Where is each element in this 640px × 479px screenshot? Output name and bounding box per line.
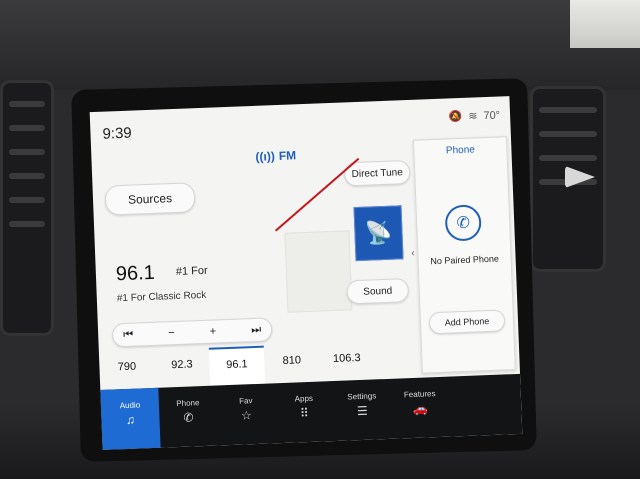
nav-phone-label: Phone <box>176 398 200 409</box>
station-name: #1 For <box>175 264 208 278</box>
sources-button[interactable]: Sources <box>104 182 196 216</box>
clock: 9:39 <box>102 124 133 143</box>
preset-96-1[interactable]: 96.1 <box>208 345 266 386</box>
preset-790[interactable]: 790 <box>99 350 155 390</box>
nav-settings-label: Settings <box>347 391 377 402</box>
left-air-vent <box>0 80 54 336</box>
tune-up-button[interactable]: + <box>209 325 216 337</box>
mute-icon: 🔕 <box>448 110 463 124</box>
add-phone-button[interactable]: Add Phone <box>428 309 506 335</box>
faded-background-card <box>284 230 353 313</box>
status-icons: 🔕 ≋ 70° <box>448 108 500 123</box>
source-label: FM <box>278 148 297 163</box>
car-icon: 🚗 <box>412 401 429 416</box>
preset-92-3[interactable]: 92.3 <box>154 348 210 388</box>
phone-panel: Phone ✆ No Paired Phone Add Phone <box>412 136 516 374</box>
nav-phone[interactable]: Phone ✆ <box>158 386 218 448</box>
source-title: ((ı)) FM <box>255 148 296 164</box>
dashboard-top <box>0 0 640 90</box>
phone-icon: ✆ <box>183 410 194 425</box>
nav-apps[interactable]: Apps ⠿ <box>274 381 334 443</box>
wifi-icon: ≋ <box>468 110 478 123</box>
nav-features-label: Features <box>403 389 436 400</box>
phone-panel-title: Phone <box>445 144 476 157</box>
nav-fav[interactable]: Fav ☆ <box>216 383 276 445</box>
radio-tower-icon: ((ı)) <box>255 149 276 164</box>
phone-icon: ✆ <box>444 204 482 242</box>
nav-fav-label: Fav <box>239 396 253 406</box>
star-icon: ☆ <box>240 408 253 423</box>
sliders-icon: ☰ <box>356 403 368 419</box>
phone-status: No Paired Phone <box>430 253 500 267</box>
nav-audio-label: Audio <box>119 400 141 411</box>
current-frequency: 96.1 <box>115 261 156 286</box>
station-art[interactable]: 📡 <box>353 205 404 262</box>
sound-button[interactable]: Sound <box>346 278 410 305</box>
windshield-glimpse <box>570 0 640 48</box>
apps-grid-icon: ⠿ <box>299 406 310 421</box>
preset-810[interactable]: 810 <box>264 344 320 384</box>
nav-settings[interactable]: Settings ☰ <box>332 379 392 441</box>
seek-back-icon[interactable]: ⏮ <box>123 328 133 341</box>
music-note-icon: ♫ <box>125 412 136 428</box>
infotainment-screen: 9:39 🔕 ≋ 70° ((ı)) FM Sources Direct Tun… <box>89 96 523 450</box>
radio-tower-icon: 📡 <box>364 219 393 246</box>
chevron-left-icon[interactable]: ‹ <box>411 248 415 259</box>
nav-audio[interactable]: Audio ♫ <box>100 387 161 450</box>
nav-features[interactable]: Features 🚗 <box>390 377 450 439</box>
radio-text: #1 For Classic Rock <box>116 289 207 305</box>
nav-apps-label: Apps <box>294 393 314 404</box>
tuning-controls: ⏮ − + ⏭ <box>111 317 273 348</box>
seek-forward-icon[interactable]: ⏭ <box>251 323 261 336</box>
temperature: 70° <box>483 108 501 122</box>
preset-106-3[interactable]: 106.3 <box>319 341 375 381</box>
tune-down-button[interactable]: − <box>168 327 175 339</box>
